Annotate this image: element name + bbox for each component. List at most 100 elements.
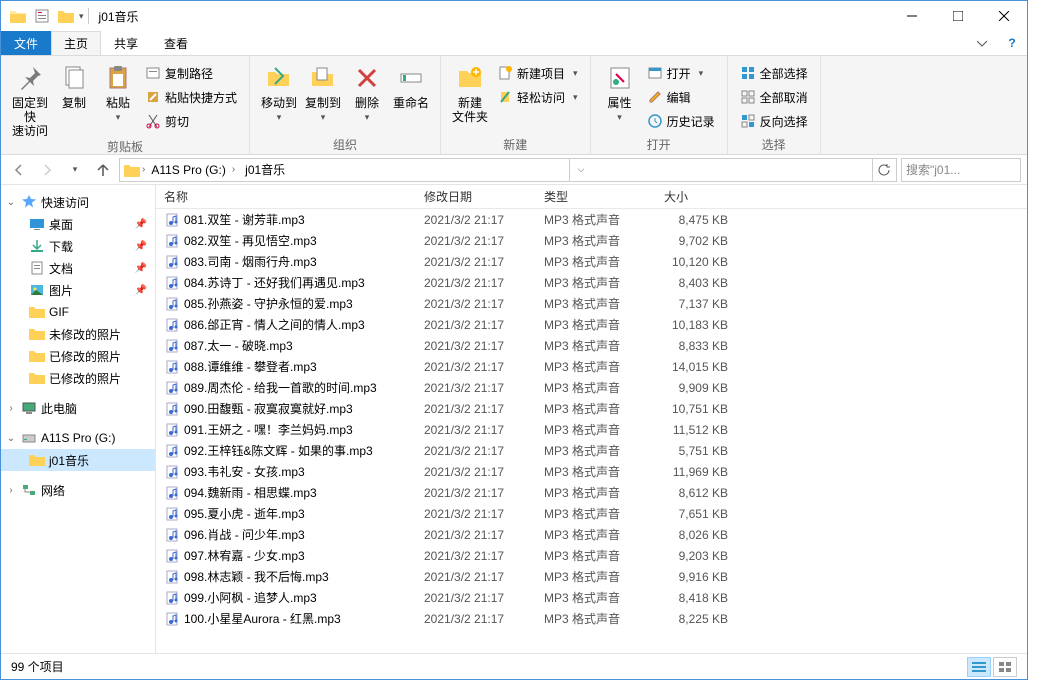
ribbon-collapse-icon[interactable] xyxy=(967,31,997,55)
tree-network[interactable]: ›网络 xyxy=(1,479,155,501)
mp3-icon xyxy=(164,401,180,417)
tree-unmod[interactable]: 未修改的照片 xyxy=(1,323,155,345)
table-row[interactable]: 088.谭维维 - 攀登者.mp32021/3/2 21:17MP3 格式声音1… xyxy=(156,356,1027,377)
rename-button[interactable]: 重命名 xyxy=(390,60,432,110)
pasteshortcut-button[interactable]: 粘贴快捷方式 xyxy=(141,86,241,108)
refresh-button[interactable] xyxy=(872,159,896,181)
tree-desktop[interactable]: 桌面📌 xyxy=(1,213,155,235)
nav-forward-button[interactable] xyxy=(35,158,59,182)
newfolder-button[interactable]: 新建 文件夹 xyxy=(449,60,491,124)
selectall-button[interactable]: 全部选择 xyxy=(736,62,812,84)
address-dropdown-icon[interactable]: ⌵ xyxy=(569,159,593,181)
table-row[interactable]: 092.王梓钰&陈文辉 - 如果的事.mp32021/3/2 21:17MP3 … xyxy=(156,440,1027,461)
mp3-icon xyxy=(164,317,180,333)
tree-currentfolder[interactable]: j01音乐 xyxy=(1,449,155,471)
properties-button[interactable]: 属性▾ xyxy=(599,60,641,123)
tree-downloads[interactable]: 下载📌 xyxy=(1,235,155,257)
view-icons-button[interactable] xyxy=(993,657,1017,677)
breadcrumb-folder[interactable]: j01音乐 xyxy=(241,161,289,178)
tree-pictures[interactable]: 图片📌 xyxy=(1,279,155,301)
table-row[interactable]: 082.双笙 - 再见悟空.mp32021/3/2 21:17MP3 格式声音9… xyxy=(156,230,1027,251)
tree-quickaccess[interactable]: ⌄快速访问 xyxy=(1,191,155,213)
network-icon xyxy=(21,482,37,498)
tree-drive[interactable]: ⌄A11S Pro (G:) xyxy=(1,427,155,449)
nav-back-button[interactable] xyxy=(7,158,31,182)
file-name: 097.林宥嘉 - 少女.mp3 xyxy=(184,547,305,564)
table-row[interactable]: 098.林志颖 - 我不后悔.mp32021/3/2 21:17MP3 格式声音… xyxy=(156,566,1027,587)
file-date: 2021/3/2 21:17 xyxy=(416,276,536,290)
file-date: 2021/3/2 21:17 xyxy=(416,402,536,416)
folder-icon[interactable] xyxy=(7,5,29,27)
table-row[interactable]: 086.邰正宵 - 情人之间的情人.mp32021/3/2 21:17MP3 格… xyxy=(156,314,1027,335)
easyaccess-button[interactable]: 轻松访问▾ xyxy=(493,86,582,108)
table-row[interactable]: 084.苏诗丁 - 还好我们再遇见.mp32021/3/2 21:17MP3 格… xyxy=(156,272,1027,293)
copyto-button[interactable]: 复制到▾ xyxy=(302,60,344,123)
ribbon-group-organize: 移动到▾ 复制到▾ 删除▾ 重命名 组织 xyxy=(250,56,441,154)
table-row[interactable]: 089.周杰伦 - 给我一首歌的时间.mp32021/3/2 21:17MP3 … xyxy=(156,377,1027,398)
tab-share[interactable]: 共享 xyxy=(101,31,151,55)
table-row[interactable]: 087.太一 - 破晓.mp32021/3/2 21:17MP3 格式声音8,8… xyxy=(156,335,1027,356)
tree-gif[interactable]: GIF xyxy=(1,301,155,323)
table-row[interactable]: 091.王妍之 - 嘿！李兰妈妈.mp32021/3/2 21:17MP3 格式… xyxy=(156,419,1027,440)
file-name: 091.王妍之 - 嘿！李兰妈妈.mp3 xyxy=(184,421,353,438)
tree-thispc[interactable]: ›此电脑 xyxy=(1,397,155,419)
selectnone-button[interactable]: 全部取消 xyxy=(736,86,812,108)
close-button[interactable] xyxy=(981,1,1027,31)
table-row[interactable]: 100.小星星Aurora - 红黑.mp32021/3/2 21:17MP3 … xyxy=(156,608,1027,629)
qat-properties-icon[interactable] xyxy=(31,5,53,27)
invertsel-icon xyxy=(740,113,756,129)
help-icon[interactable]: ? xyxy=(997,31,1027,55)
col-name[interactable]: 名称 xyxy=(156,188,416,205)
file-date: 2021/3/2 21:17 xyxy=(416,423,536,437)
edit-button[interactable]: 编辑 xyxy=(643,86,719,108)
address-bar[interactable]: › A11S Pro (G:)› j01音乐 ⌵ xyxy=(119,158,897,182)
delete-button[interactable]: 删除▾ xyxy=(346,60,388,123)
minimize-button[interactable] xyxy=(889,1,935,31)
col-size[interactable]: 大小 xyxy=(656,188,736,205)
file-date: 2021/3/2 21:17 xyxy=(416,381,536,395)
table-row[interactable]: 099.小阿枫 - 追梦人.mp32021/3/2 21:17MP3 格式声音8… xyxy=(156,587,1027,608)
tree-documents[interactable]: 文档📌 xyxy=(1,257,155,279)
table-row[interactable]: 081.双笙 - 谢芳菲.mp32021/3/2 21:17MP3 格式声音8,… xyxy=(156,209,1027,230)
col-date[interactable]: 修改日期 xyxy=(416,188,536,205)
col-type[interactable]: 类型 xyxy=(536,188,656,205)
nav-up-button[interactable] xyxy=(91,158,115,182)
table-row[interactable]: 095.夏小虎 - 逝年.mp32021/3/2 21:17MP3 格式声音7,… xyxy=(156,503,1027,524)
table-row[interactable]: 093.韦礼安 - 女孩.mp32021/3/2 21:17MP3 格式声音11… xyxy=(156,461,1027,482)
table-row[interactable]: 094.魏新雨 - 相思蝶.mp32021/3/2 21:17MP3 格式声音8… xyxy=(156,482,1027,503)
search-input[interactable]: 搜索"j01... xyxy=(901,158,1021,182)
tab-home[interactable]: 主页 xyxy=(51,31,101,55)
pin-quickaccess-button[interactable]: 固定到快 速访问 xyxy=(9,60,51,138)
table-row[interactable]: 085.孙燕姿 - 守护永恒的爱.mp32021/3/2 21:17MP3 格式… xyxy=(156,293,1027,314)
nav-recent-dropdown[interactable]: ▾ xyxy=(63,158,87,182)
qat-dropdown-icon[interactable]: ▾ xyxy=(79,11,84,22)
table-row[interactable]: 083.司南 - 烟雨行舟.mp32021/3/2 21:17MP3 格式声音1… xyxy=(156,251,1027,272)
table-row[interactable]: 096.肖战 - 问少年.mp32021/3/2 21:17MP3 格式声音8,… xyxy=(156,524,1027,545)
table-row[interactable]: 097.林宥嘉 - 少女.mp32021/3/2 21:17MP3 格式声音9,… xyxy=(156,545,1027,566)
view-details-button[interactable] xyxy=(967,657,991,677)
drive-icon xyxy=(21,430,37,446)
moveto-button[interactable]: 移动到▾ xyxy=(258,60,300,123)
cut-button[interactable]: 剪切 xyxy=(141,110,241,132)
folder-icon xyxy=(29,304,45,320)
tree-mod2[interactable]: 已修改的照片 xyxy=(1,367,155,389)
tab-view[interactable]: 查看 xyxy=(151,31,201,55)
history-button[interactable]: 历史记录 xyxy=(643,110,719,132)
copypath-button[interactable]: 复制路径 xyxy=(141,62,241,84)
qat-newfolder-icon[interactable] xyxy=(55,5,77,27)
open-button[interactable]: 打开▾ xyxy=(643,62,719,84)
file-name: 089.周杰伦 - 给我一首歌的时间.mp3 xyxy=(184,379,377,396)
copy-button[interactable]: 复制 xyxy=(53,60,95,110)
file-type: MP3 格式声音 xyxy=(536,274,656,291)
invertsel-button[interactable]: 反向选择 xyxy=(736,110,812,132)
maximize-button[interactable] xyxy=(935,1,981,31)
file-name: 088.谭维维 - 攀登者.mp3 xyxy=(184,358,317,375)
paste-button[interactable]: 粘贴 ▾ xyxy=(97,60,139,123)
tab-file[interactable]: 文件 xyxy=(1,31,51,55)
moveto-icon xyxy=(263,62,295,94)
newitem-button[interactable]: 新建项目▾ xyxy=(493,62,582,84)
tree-mod[interactable]: 已修改的照片 xyxy=(1,345,155,367)
table-row[interactable]: 090.田馥甄 - 寂寞寂寞就好.mp32021/3/2 21:17MP3 格式… xyxy=(156,398,1027,419)
breadcrumb-drive[interactable]: A11S Pro (G:)› xyxy=(147,163,239,177)
mp3-icon xyxy=(164,443,180,459)
